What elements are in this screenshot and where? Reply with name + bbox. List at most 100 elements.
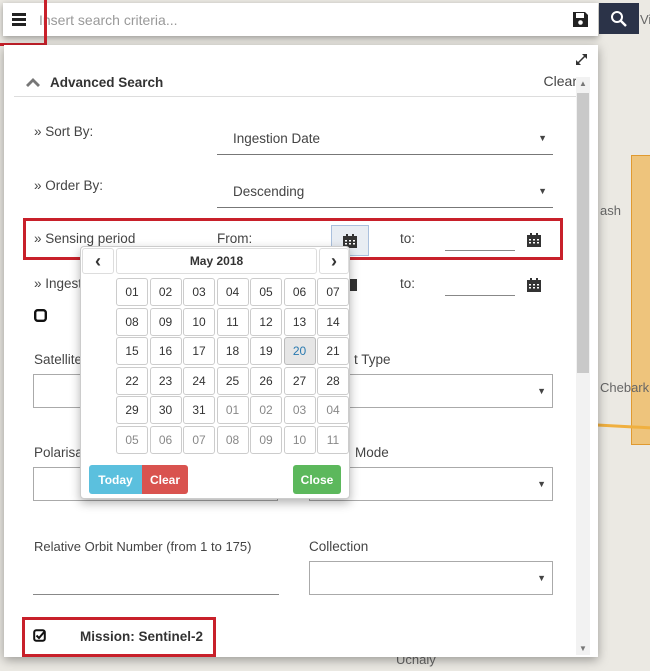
datepicker-day[interactable]: 26 <box>250 366 282 395</box>
save-search-button[interactable] <box>562 3 598 36</box>
search-bar <box>3 3 598 36</box>
ingestion-period-label: » Ingesti <box>34 276 86 291</box>
datepicker-clear-button[interactable]: Clear <box>142 465 188 494</box>
datepicker-day[interactable]: 05 <box>116 425 148 454</box>
order-by-label: » Order By: <box>34 178 104 193</box>
datepicker-day[interactable]: 31 <box>183 396 215 424</box>
sort-by-select[interactable]: Ingestion Date ▼ <box>217 123 553 155</box>
chevron-up-icon[interactable] <box>26 78 40 87</box>
datepicker-day[interactable]: 02 <box>149 278 182 306</box>
datepicker-day-grid: 01 02 03 04 05 06 07 08 09 10 11 12 13 14 15 16 17 18 19 20… <box>116 278 349 454</box>
datepicker-day[interactable]: 29 <box>116 396 148 424</box>
scroll-down-icon[interactable]: ▼ <box>579 644 587 653</box>
datepicker-day[interactable]: 01 <box>116 278 148 306</box>
datepicker-day[interactable]: 04 <box>216 278 249 306</box>
datepicker-day[interactable]: 12 <box>250 307 282 336</box>
datepicker-day[interactable]: 02 <box>250 396 282 424</box>
datepicker-day[interactable]: 01 <box>216 396 249 424</box>
caret-down-icon: ▼ <box>538 133 547 143</box>
datepicker-prev-button[interactable]: ‹ <box>82 248 114 274</box>
scrollbar[interactable]: ▲ ▼ <box>576 77 590 655</box>
caret-down-icon: ▼ <box>537 479 546 489</box>
search-input[interactable] <box>35 4 562 35</box>
datepicker-month-label[interactable]: May 2018 <box>116 248 317 274</box>
polarisation-label: Polarisa <box>34 445 83 460</box>
datepicker-day[interactable]: 11 <box>216 307 249 336</box>
calendar-icon[interactable] <box>349 277 357 291</box>
scroll-thumb[interactable] <box>577 93 589 373</box>
datepicker-day[interactable]: 10 <box>183 307 215 336</box>
map-label: Chebarku <box>600 380 650 395</box>
datepicker-next-button[interactable]: › <box>319 248 349 274</box>
scroll-up-icon[interactable]: ▲ <box>579 79 587 88</box>
datepicker-day[interactable]: 04 <box>317 396 349 424</box>
datepicker-day[interactable]: 13 <box>283 307 316 336</box>
advanced-search-header[interactable]: Advanced Search Clear <box>14 71 579 97</box>
sort-by-value: Ingestion Date <box>233 131 321 146</box>
save-icon <box>572 12 588 27</box>
chevron-left-icon: ‹ <box>95 250 101 271</box>
datepicker-day[interactable]: 09 <box>250 425 282 454</box>
datepicker-day[interactable]: 10 <box>283 425 316 454</box>
collection-label: Collection <box>309 539 369 554</box>
datepicker-day[interactable]: 07 <box>183 425 215 454</box>
datepicker-day[interactable]: 08 <box>216 425 249 454</box>
datepicker-day[interactable]: 19 <box>250 337 282 365</box>
calendar-icon[interactable] <box>527 278 541 292</box>
datepicker-day[interactable]: 08 <box>116 307 148 336</box>
ingestion-to-input[interactable] <box>445 280 515 296</box>
datepicker-day[interactable]: 30 <box>149 396 182 424</box>
datepicker-day[interactable]: 25 <box>216 366 249 395</box>
datepicker-day[interactable]: 27 <box>283 366 316 395</box>
menu-highlight <box>0 0 47 46</box>
datepicker-day[interactable]: 28 <box>317 366 349 395</box>
datepicker-popup: ‹ May 2018 › 01 02 03 04 05 06 07 08 09 10 11 12 13 1… <box>80 246 350 499</box>
datepicker-day[interactable]: 03 <box>283 396 316 424</box>
order-by-value: Descending <box>233 184 305 199</box>
datepicker-day[interactable]: 03 <box>183 278 215 306</box>
expand-icon[interactable] <box>575 53 588 66</box>
sort-by-label: » Sort By: <box>34 124 94 139</box>
datepicker-day[interactable]: 07 <box>317 278 349 306</box>
search-icon <box>611 10 627 27</box>
product-type-label: t Type <box>354 352 391 367</box>
datepicker-day[interactable]: 24 <box>183 366 215 395</box>
datepicker-day[interactable]: 05 <box>250 278 282 306</box>
mission-label[interactable]: Mission: Sentinel-2 <box>80 629 203 644</box>
mission-checkbox-icon[interactable] <box>34 309 47 322</box>
datepicker-day[interactable]: 15 <box>116 337 148 365</box>
datepicker-day-selected[interactable]: 20 <box>283 337 316 365</box>
caret-down-icon: ▼ <box>538 186 547 196</box>
relative-orbit-label: Relative Orbit Number (from 1 to 175) <box>34 539 252 554</box>
order-by-select[interactable]: Descending ▼ <box>217 176 553 208</box>
datepicker-day[interactable]: 06 <box>283 278 316 306</box>
map-label: ash <box>600 203 621 218</box>
collection-select[interactable]: ▼ <box>309 561 553 595</box>
ingestion-to-label: to: <box>400 276 416 291</box>
month-title: May 2018 <box>189 254 244 268</box>
clear-link[interactable]: Clear <box>544 73 577 89</box>
sensor-mode-label: Mode <box>355 445 389 460</box>
datepicker-day[interactable]: 17 <box>183 337 215 365</box>
caret-down-icon: ▼ <box>537 386 546 396</box>
datepicker-day[interactable]: 23 <box>149 366 182 395</box>
datepicker-day[interactable]: 11 <box>317 425 349 454</box>
map-label: Vis <box>640 12 650 27</box>
footprint-polygon[interactable] <box>631 155 650 445</box>
datepicker-day[interactable]: 14 <box>317 307 349 336</box>
datepicker-day[interactable]: 16 <box>149 337 182 365</box>
search-button[interactable] <box>599 3 639 34</box>
satellite-label: Satellite <box>34 352 83 367</box>
datepicker-day[interactable]: 21 <box>317 337 349 365</box>
chevron-right-icon: › <box>331 250 337 271</box>
datepicker-close-button[interactable]: Close <box>293 465 341 494</box>
datepicker-day[interactable]: 18 <box>216 337 249 365</box>
checked-checkbox-icon[interactable] <box>33 629 47 643</box>
datepicker-day[interactable]: 09 <box>149 307 182 336</box>
datepicker-day[interactable]: 22 <box>116 366 148 395</box>
datepicker-day[interactable]: 06 <box>149 425 182 454</box>
advanced-search-title: Advanced Search <box>50 75 164 90</box>
relative-orbit-input[interactable] <box>33 565 279 595</box>
caret-down-icon: ▼ <box>537 573 546 583</box>
datepicker-today-button[interactable]: Today <box>89 465 142 494</box>
